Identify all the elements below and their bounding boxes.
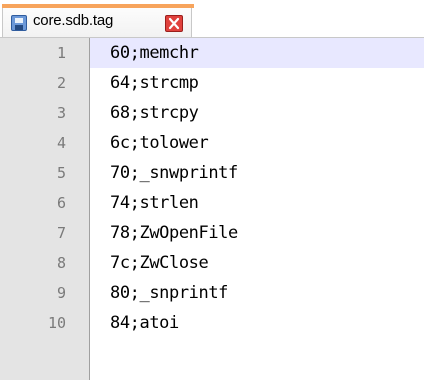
editor-line[interactable]: 6 74;strlen <box>0 188 424 218</box>
line-number: 10 <box>47 314 66 332</box>
editor-line[interactable]: 9 80;_snprintf <box>0 278 424 308</box>
file-tab[interactable]: core.sdb.tag <box>2 4 194 37</box>
line-number: 3 <box>56 104 66 122</box>
editor-line[interactable]: 10 84;atoi <box>0 308 424 338</box>
line-text[interactable]: 6c;tolower <box>110 128 209 158</box>
editor-area[interactable]: 1 60;memchr 2 64;strcmp 3 68;strcpy 4 6c… <box>0 38 424 380</box>
editor-line[interactable]: 2 64;strcmp <box>0 68 424 98</box>
line-text[interactable]: 60;memchr <box>110 38 199 68</box>
line-number: 1 <box>56 44 66 62</box>
save-icon <box>11 15 27 31</box>
line-text[interactable]: 78;ZwOpenFile <box>110 218 238 248</box>
line-text[interactable]: 74;strlen <box>110 188 199 218</box>
active-tab-accent <box>2 4 194 8</box>
line-number: 9 <box>56 284 66 302</box>
line-text[interactable]: 70;_snwprintf <box>110 158 238 188</box>
editor-line[interactable]: 7 78;ZwOpenFile <box>0 218 424 248</box>
tab-title: core.sdb.tag <box>33 12 114 29</box>
close-icon[interactable] <box>165 15 183 32</box>
line-number: 2 <box>56 74 66 92</box>
editor-line[interactable]: 4 6c;tolower <box>0 128 424 158</box>
editor-line[interactable]: 8 7c;ZwClose <box>0 248 424 278</box>
editor-line[interactable]: 5 70;_snwprintf <box>0 158 424 188</box>
line-text[interactable]: 84;atoi <box>110 308 179 338</box>
line-number: 4 <box>56 134 66 152</box>
line-text[interactable]: 64;strcmp <box>110 68 199 98</box>
line-text[interactable]: 68;strcpy <box>110 98 199 128</box>
editor-line[interactable]: 3 68;strcpy <box>0 98 424 128</box>
editor-line[interactable]: 1 60;memchr <box>0 38 424 68</box>
line-number: 7 <box>56 224 66 242</box>
line-text[interactable]: 7c;ZwClose <box>110 248 209 278</box>
line-text[interactable]: 80;_snprintf <box>110 278 228 308</box>
line-number: 8 <box>56 254 66 272</box>
tab-bar: core.sdb.tag <box>0 0 424 38</box>
line-number: 6 <box>56 194 66 212</box>
line-number: 5 <box>56 164 66 182</box>
